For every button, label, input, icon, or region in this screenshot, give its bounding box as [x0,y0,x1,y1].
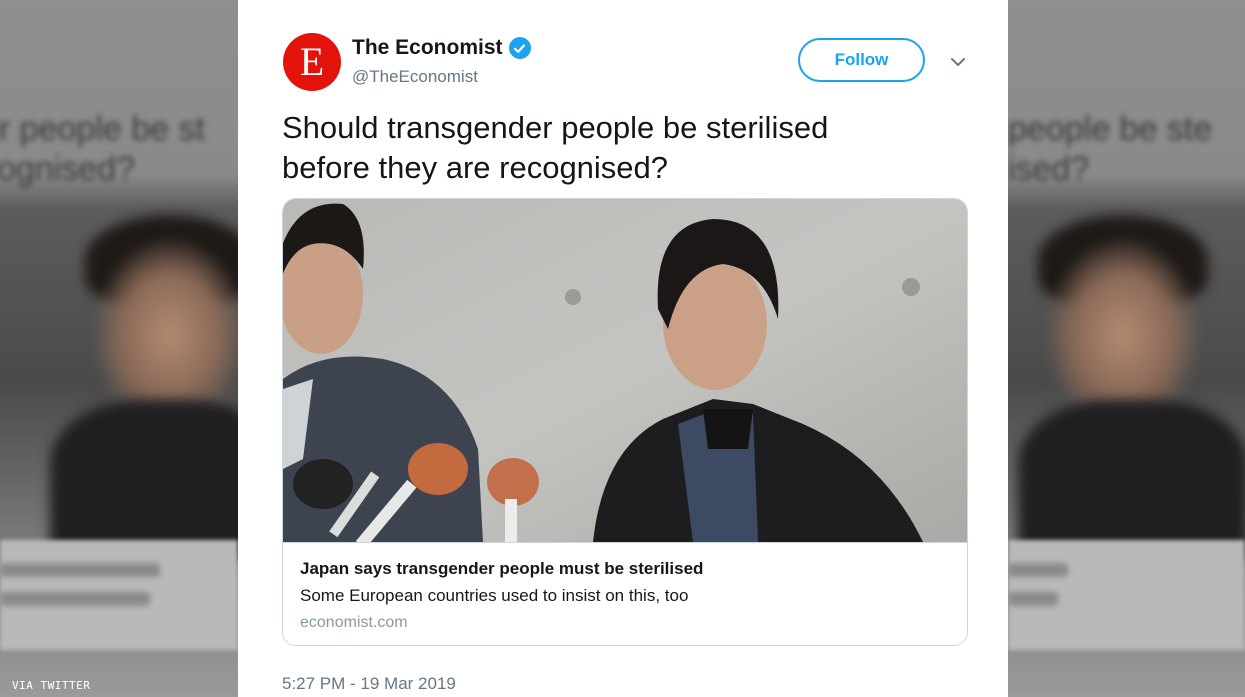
tweet-card: E The Economist @TheEconomist Follow Sho… [238,0,1008,697]
blurred-text: ised? [1008,150,1090,188]
blurred-line [1008,592,1058,606]
blurred-text: cognised? [0,150,136,188]
blurred-text: er people be st [0,110,205,148]
chevron-down-icon[interactable] [948,52,968,72]
link-preview-card[interactable]: Japan says transgender people must be st… [282,198,968,646]
tweet-text-line: Should transgender people be sterilised [282,110,829,145]
verified-badge-icon [508,37,531,59]
tweet-text: Should transgender people be sterilised … [282,108,942,188]
image-credit: VIA TWITTER [12,679,91,692]
link-card-domain: economist.com [300,614,408,631]
avatar-letter: E [299,39,325,84]
tweet-text-line: before they are recognised? [282,150,669,185]
blurred-background-left: er people be st cognised? [0,0,238,697]
author-name-row: The Economist [352,36,531,60]
blurred-body [1018,400,1245,560]
blurred-line [0,592,150,606]
tweet-timestamp[interactable]: 5:27 PM - 19 Mar 2019 [282,674,456,694]
blurred-body [50,400,238,560]
blurred-line [0,563,160,577]
follow-button[interactable]: Follow [798,38,925,82]
article-photo [283,199,967,542]
blurred-line [1008,563,1068,577]
blurred-text: people be ste [1008,110,1213,148]
link-card-title[interactable]: Japan says transgender people must be st… [300,559,703,579]
link-card-description: Some European countries used to insist o… [300,586,689,605]
display-name[interactable]: The Economist [352,36,503,60]
user-handle[interactable]: @TheEconomist [352,67,478,87]
avatar[interactable]: E [283,33,341,91]
link-card-body: Japan says transgender people must be st… [283,542,967,645]
blurred-background-right: people be ste ised? [1008,0,1245,697]
